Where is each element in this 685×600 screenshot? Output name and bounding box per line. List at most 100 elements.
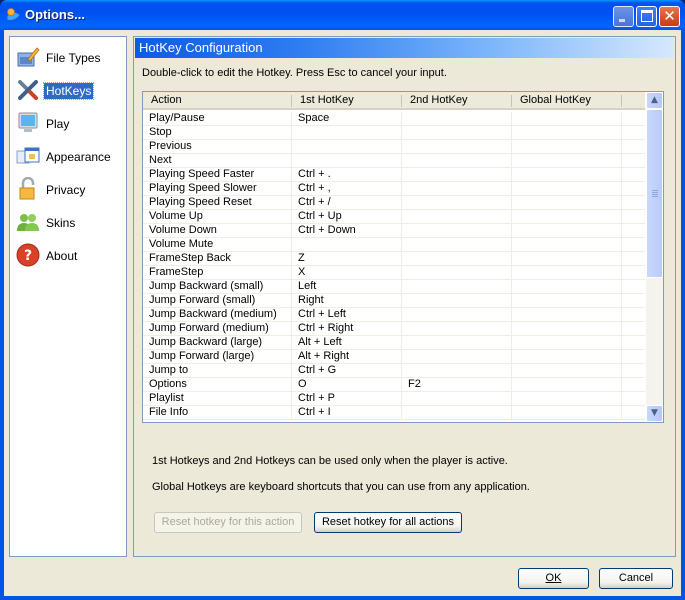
first-hotkey-cell[interactable]: Ctrl + . xyxy=(292,168,402,182)
sidebar-item-about[interactable]: ? About xyxy=(14,241,124,269)
second-hotkey-cell[interactable] xyxy=(402,140,512,154)
second-hotkey-cell[interactable] xyxy=(402,322,512,336)
second-hotkey-cell[interactable] xyxy=(402,196,512,210)
table-row[interactable]: Playing Speed Faster Ctrl + . xyxy=(143,168,645,182)
ok-button[interactable]: OK xyxy=(518,568,589,589)
global-hotkey-cell[interactable] xyxy=(512,336,622,350)
table-row[interactable]: Jump to Ctrl + G xyxy=(143,364,645,378)
global-hotkey-cell[interactable] xyxy=(512,308,622,322)
global-hotkey-cell[interactable] xyxy=(512,322,622,336)
global-hotkey-cell[interactable] xyxy=(512,224,622,238)
cancel-button[interactable]: Cancel xyxy=(599,568,673,589)
first-hotkey-cell[interactable]: Space xyxy=(292,112,402,126)
action-cell[interactable]: Stop xyxy=(143,126,292,140)
column-header-2nd-hotkey[interactable]: 2nd HotKey xyxy=(402,92,512,110)
global-hotkey-cell[interactable] xyxy=(512,112,622,126)
table-row[interactable]: Play/Pause Space xyxy=(143,112,645,126)
second-hotkey-cell[interactable]: F2 xyxy=(402,378,512,392)
table-row[interactable]: Playlist Ctrl + P xyxy=(143,392,645,406)
second-hotkey-cell[interactable] xyxy=(402,308,512,322)
global-hotkey-cell[interactable] xyxy=(512,168,622,182)
sidebar-item-file-types[interactable]: File Types xyxy=(14,43,124,71)
global-hotkey-cell[interactable] xyxy=(512,126,622,140)
action-cell[interactable]: Playlist xyxy=(143,392,292,406)
action-cell[interactable]: Options xyxy=(143,378,292,392)
action-cell[interactable]: Jump to xyxy=(143,364,292,378)
second-hotkey-cell[interactable] xyxy=(402,406,512,420)
global-hotkey-cell[interactable] xyxy=(512,294,622,308)
second-hotkey-cell[interactable] xyxy=(402,154,512,168)
table-row[interactable]: Jump Backward (medium) Ctrl + Left xyxy=(143,308,645,322)
second-hotkey-cell[interactable] xyxy=(402,238,512,252)
table-row[interactable]: Playing Speed Reset Ctrl + / xyxy=(143,196,645,210)
second-hotkey-cell[interactable] xyxy=(402,210,512,224)
second-hotkey-cell[interactable] xyxy=(402,112,512,126)
first-hotkey-cell[interactable]: Ctrl + Down xyxy=(292,224,402,238)
first-hotkey-cell[interactable]: Ctrl + I xyxy=(292,406,402,420)
action-cell[interactable]: Jump Forward (large) xyxy=(143,350,292,364)
table-row[interactable]: Playing Speed Slower Ctrl + , xyxy=(143,182,645,196)
first-hotkey-cell[interactable]: Ctrl + , xyxy=(292,182,402,196)
second-hotkey-cell[interactable] xyxy=(402,266,512,280)
table-row[interactable]: Volume Up Ctrl + Up xyxy=(143,210,645,224)
second-hotkey-cell[interactable] xyxy=(402,294,512,308)
first-hotkey-cell[interactable]: Left xyxy=(292,280,402,294)
action-cell[interactable]: Jump Backward (large) xyxy=(143,336,292,350)
minimize-button[interactable] xyxy=(613,6,634,27)
second-hotkey-cell[interactable] xyxy=(402,350,512,364)
global-hotkey-cell[interactable] xyxy=(512,238,622,252)
action-cell[interactable]: Jump Forward (medium) xyxy=(143,322,292,336)
close-button[interactable]: ✕ xyxy=(659,6,680,27)
sidebar-item-appearance[interactable]: Appearance xyxy=(14,142,124,170)
action-cell[interactable]: File Info xyxy=(143,406,292,420)
first-hotkey-cell[interactable]: Z xyxy=(292,252,402,266)
first-hotkey-cell[interactable]: Alt + Left xyxy=(292,336,402,350)
title-bar[interactable]: Options... ✕ xyxy=(0,0,685,30)
global-hotkey-cell[interactable] xyxy=(512,196,622,210)
action-cell[interactable]: Playing Speed Reset xyxy=(143,196,292,210)
first-hotkey-cell[interactable]: Ctrl + P xyxy=(292,392,402,406)
first-hotkey-cell[interactable] xyxy=(292,154,402,168)
action-cell[interactable]: Playing Speed Faster xyxy=(143,168,292,182)
action-cell[interactable]: Volume Up xyxy=(143,210,292,224)
first-hotkey-cell[interactable]: X xyxy=(292,266,402,280)
sidebar-item-privacy[interactable]: Privacy xyxy=(14,175,124,203)
sidebar-item-skins[interactable]: Skins xyxy=(14,208,124,236)
second-hotkey-cell[interactable] xyxy=(402,126,512,140)
table-row[interactable]: Jump Forward (small) Right xyxy=(143,294,645,308)
global-hotkey-cell[interactable] xyxy=(512,266,622,280)
table-row[interactable]: Jump Backward (small) Left xyxy=(143,280,645,294)
first-hotkey-cell[interactable]: Ctrl + Left xyxy=(292,308,402,322)
action-cell[interactable]: Jump Backward (small) xyxy=(143,280,292,294)
global-hotkey-cell[interactable] xyxy=(512,140,622,154)
table-row[interactable]: Jump Backward (large) Alt + Left xyxy=(143,336,645,350)
global-hotkey-cell[interactable] xyxy=(512,378,622,392)
column-header-1st-hotkey[interactable]: 1st HotKey xyxy=(292,92,402,110)
action-cell[interactable]: Volume Down xyxy=(143,224,292,238)
first-hotkey-cell[interactable]: Right xyxy=(292,294,402,308)
first-hotkey-cell[interactable]: Alt + Right xyxy=(292,350,402,364)
first-hotkey-cell[interactable] xyxy=(292,126,402,140)
vertical-scrollbar[interactable]: ▲ ▼ xyxy=(646,92,663,422)
action-cell[interactable]: Playing Speed Slower xyxy=(143,182,292,196)
global-hotkey-cell[interactable] xyxy=(512,210,622,224)
scroll-thumb[interactable] xyxy=(646,109,663,278)
table-row[interactable]: Options O F2 xyxy=(143,378,645,392)
reset-this-action-button[interactable]: Reset hotkey for this action xyxy=(154,512,302,533)
table-row[interactable]: Previous xyxy=(143,140,645,154)
first-hotkey-cell[interactable]: O xyxy=(292,378,402,392)
scroll-up-button[interactable]: ▲ xyxy=(646,92,663,109)
second-hotkey-cell[interactable] xyxy=(402,364,512,378)
action-cell[interactable]: Volume Mute xyxy=(143,238,292,252)
global-hotkey-cell[interactable] xyxy=(512,406,622,420)
table-row[interactable]: FrameStep Back Z xyxy=(143,252,645,266)
scroll-down-button[interactable]: ▼ xyxy=(646,405,663,422)
reset-all-actions-button[interactable]: Reset hotkey for all actions xyxy=(314,512,462,533)
second-hotkey-cell[interactable] xyxy=(402,252,512,266)
global-hotkey-cell[interactable] xyxy=(512,364,622,378)
table-row[interactable]: Next xyxy=(143,154,645,168)
second-hotkey-cell[interactable] xyxy=(402,224,512,238)
global-hotkey-cell[interactable] xyxy=(512,252,622,266)
table-row[interactable]: File Info Ctrl + I xyxy=(143,406,645,420)
action-cell[interactable]: FrameStep Back xyxy=(143,252,292,266)
